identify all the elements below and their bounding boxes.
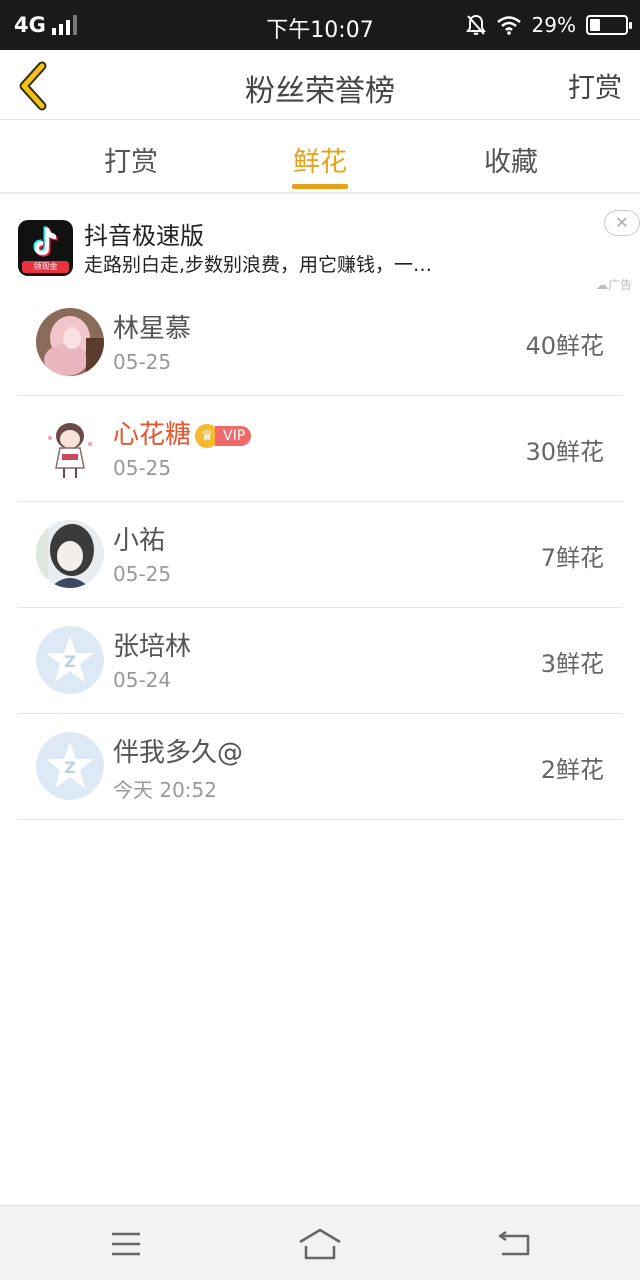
- status-icons: 29%: [465, 12, 632, 38]
- vip-label: VIP: [215, 426, 252, 446]
- tiktok-app-icon: 领现金: [18, 220, 73, 276]
- status-bar: 4G 下午10:07 29%: [0, 0, 640, 50]
- home-icon[interactable]: [298, 1224, 342, 1264]
- svg-text:Z: Z: [64, 758, 76, 777]
- svg-text:Z: Z: [64, 652, 76, 671]
- fan-date: 今天 20:52: [113, 778, 217, 802]
- flower-count: 7鲜花: [540, 544, 604, 572]
- fan-date: 05-25: [113, 562, 172, 586]
- ad-title: 抖音极速版: [84, 222, 204, 250]
- fan-name: 小祐: [113, 526, 166, 556]
- flower-count: 40鲜花: [525, 332, 604, 360]
- list-item[interactable]: Z 张培林 05-24 3鲜花: [0, 608, 640, 714]
- tab-bar: 打赏 鲜花 收藏: [0, 120, 640, 194]
- list-item[interactable]: Z 伴我多久@ 今天 20:52 2鲜花: [0, 714, 640, 820]
- header: 粉丝荣誉榜 打赏: [0, 50, 640, 120]
- flower-count: 30鲜花: [525, 438, 604, 466]
- default-avatar-icon: Z: [36, 626, 104, 694]
- fan-date: 05-24: [113, 668, 172, 692]
- ad-banner[interactable]: 领现金 抖音极速版 走路别白走,步数别浪费，用它赚钱，一…: [0, 196, 640, 292]
- list-item[interactable]: 心花糖 ♛ VIP 05-25 30鲜花: [0, 396, 640, 502]
- menu-icon[interactable]: [104, 1224, 148, 1264]
- battery-icon: [586, 15, 632, 35]
- ad-icon-label: 领现金: [22, 261, 69, 273]
- fan-name: 林星慕: [113, 314, 192, 344]
- flower-count: 3鲜花: [540, 650, 604, 678]
- page-title: 粉丝荣誉榜: [245, 74, 395, 109]
- fan-date: 05-25: [113, 350, 172, 374]
- wifi-icon: [496, 16, 521, 35]
- battery-percent: 29%: [531, 13, 576, 37]
- ad-description: 走路别白走,步数别浪费，用它赚钱，一…: [84, 254, 433, 276]
- flower-count: 2鲜花: [540, 756, 604, 784]
- divider: [18, 819, 622, 820]
- tiktok-logo-icon: [33, 226, 58, 257]
- avatar: [36, 520, 104, 588]
- vip-badge: ♛ VIP: [195, 424, 252, 448]
- mute-icon: [465, 14, 486, 35]
- tab-flowers[interactable]: 鲜花: [255, 140, 385, 179]
- default-avatar-icon: Z: [36, 732, 104, 800]
- fan-name: 伴我多久@: [113, 738, 244, 768]
- reward-button[interactable]: 打赏: [568, 66, 622, 105]
- back-icon[interactable]: [494, 1224, 538, 1264]
- fan-date: 05-25: [113, 456, 172, 480]
- tab-favorites[interactable]: 收藏: [446, 140, 576, 179]
- tab-reward[interactable]: 打赏: [66, 140, 196, 179]
- fan-name: 张培林: [113, 632, 192, 662]
- system-nav-bar: [0, 1205, 640, 1280]
- avatar: [36, 414, 104, 482]
- fan-name-text: 心花糖: [113, 420, 192, 450]
- battery-fill: [590, 19, 600, 31]
- list-item[interactable]: 林星慕 05-25 40鲜花: [0, 290, 640, 396]
- ad-close-button[interactable]: ✕: [604, 210, 640, 236]
- fan-list: 林星慕 05-25 40鲜花 心花糖 ♛ VIP 05-25 30鲜花 小祐 0…: [0, 290, 640, 820]
- fan-name: 心花糖 ♛ VIP: [113, 414, 252, 451]
- list-item[interactable]: 小祐 05-25 7鲜花: [0, 502, 640, 608]
- avatar: [36, 308, 104, 376]
- active-tab-indicator: [292, 184, 348, 189]
